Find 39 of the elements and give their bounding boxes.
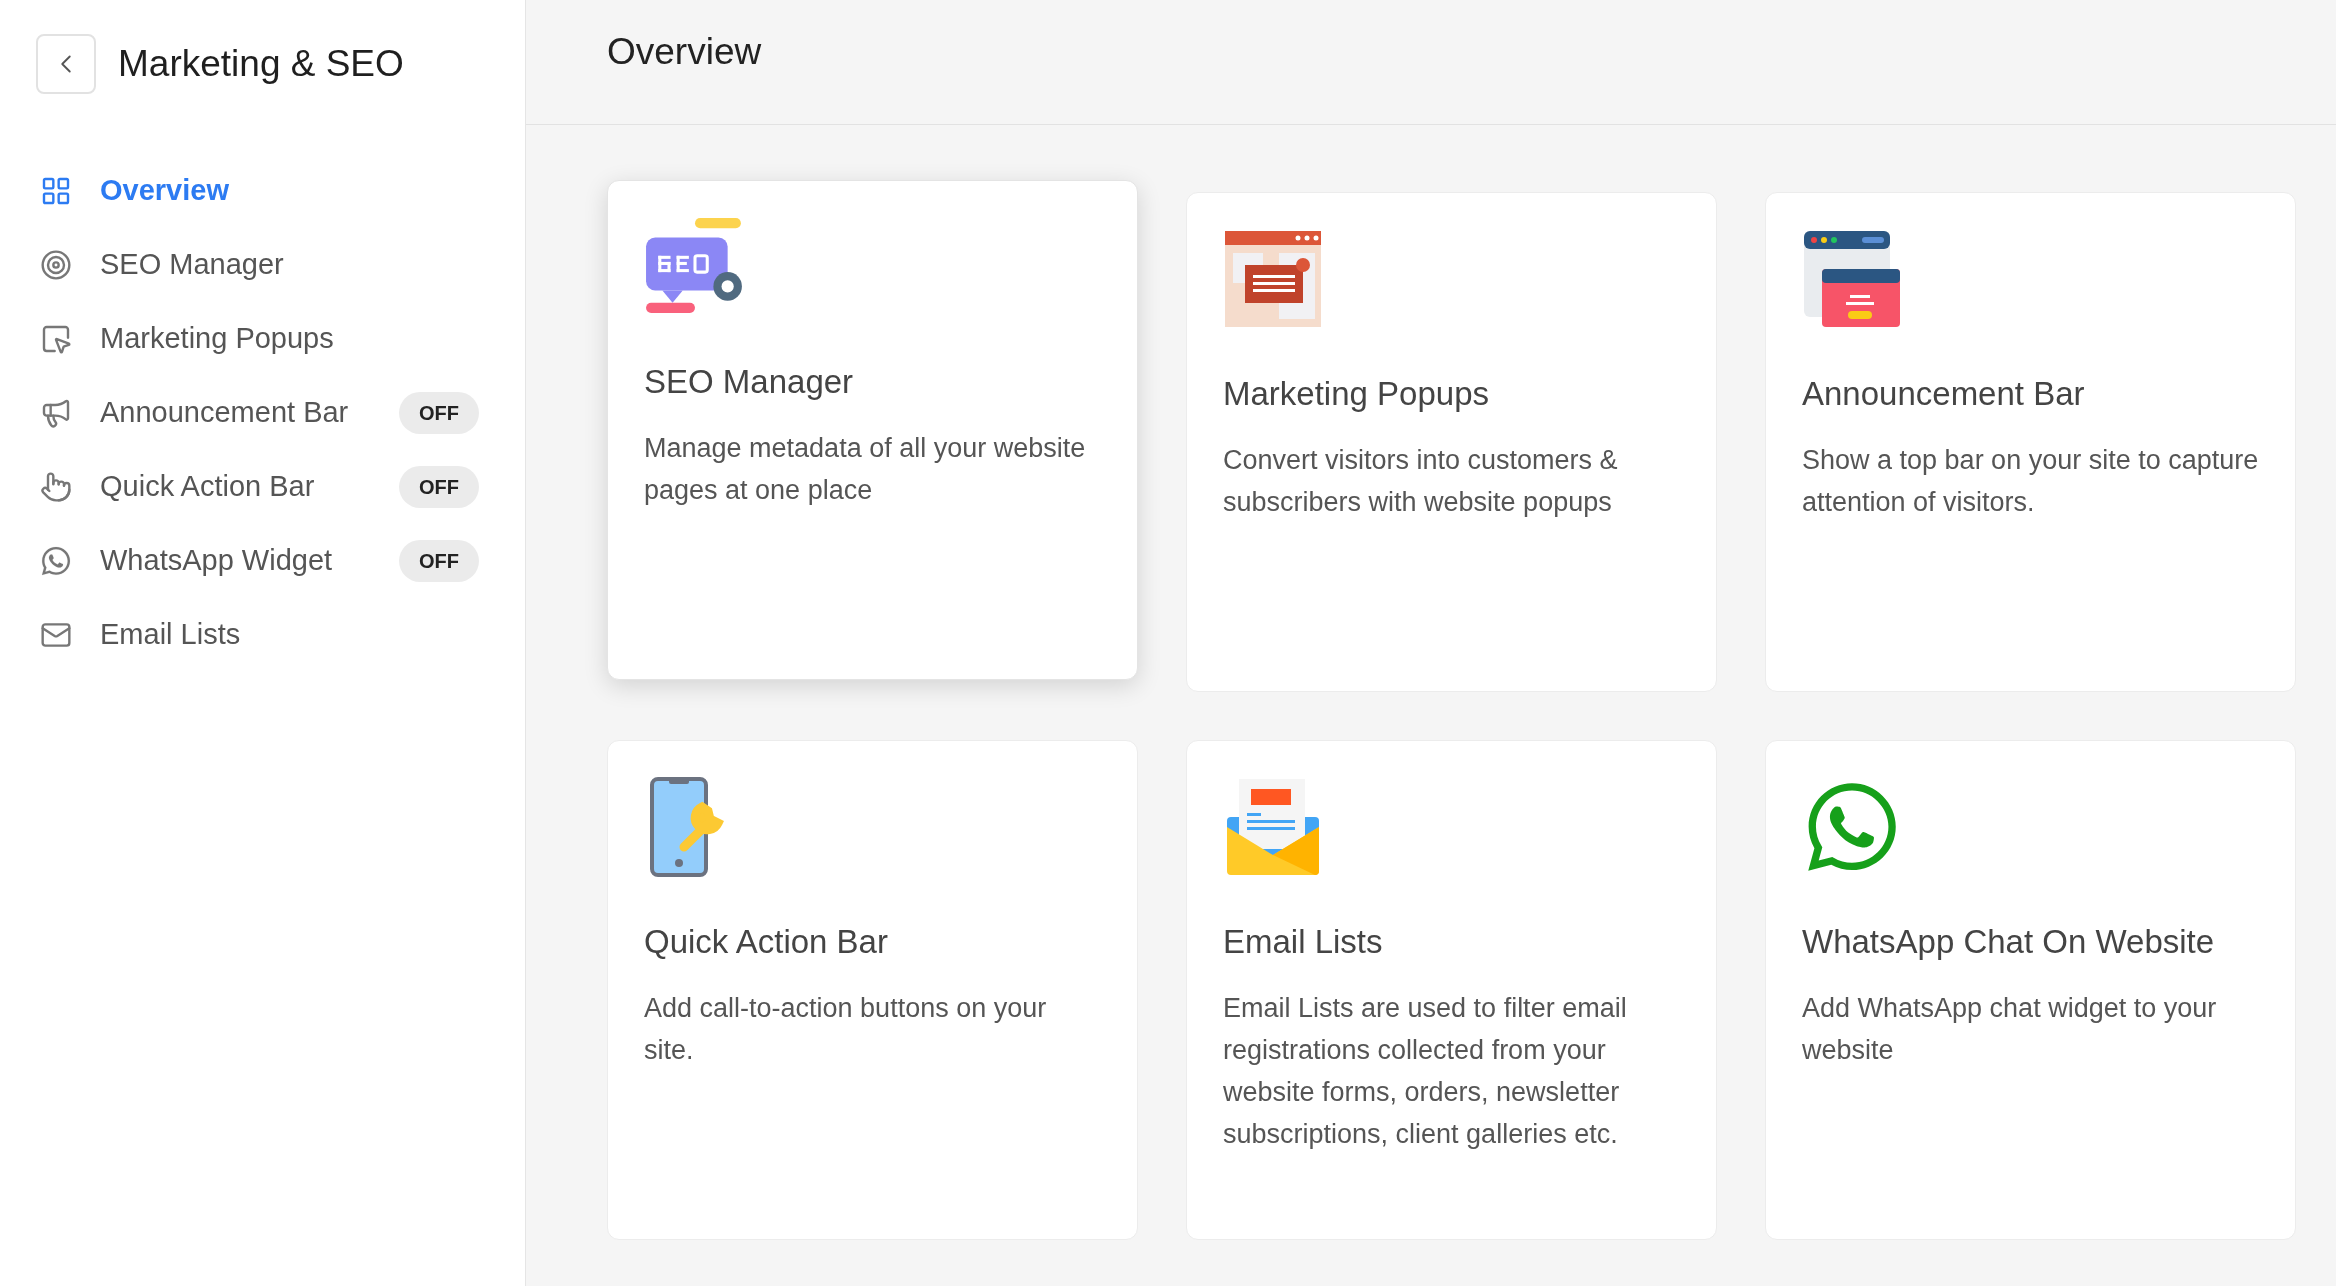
sidebar-item[interactable]: Overview — [40, 169, 229, 213]
page-title: Overview — [607, 30, 762, 75]
sidebar-item[interactable]: Announcement Bar — [40, 391, 349, 435]
sidebar-title: Marketing & SEO — [118, 42, 404, 87]
popup-window-illustration-icon — [1223, 229, 1323, 329]
off-status-badge: OFF — [399, 392, 479, 434]
card-title: WhatsApp Chat On Website — [1802, 922, 2216, 962]
off-status-badge: OFF — [399, 540, 479, 582]
card-description: Email Lists are used to filter email registrations collected from your website forms, orders, newsletter subscriptions, client galleries etc. — [1223, 991, 1628, 1151]
feature-card[interactable]: WhatsApp Chat On Website Add WhatsApp chat widget to your website — [1765, 740, 2296, 1240]
card-title: SEO Manager — [644, 362, 855, 402]
cursor-square-icon — [40, 323, 72, 355]
card-description: Show a top bar on your site to capture attention of visitors. — [1802, 443, 2259, 519]
card-description: Manage metadata of all your website pages at one place — [644, 431, 1087, 507]
back-button[interactable] — [36, 34, 96, 94]
card-title: Quick Action Bar — [644, 922, 889, 962]
card-title: Announcement Bar — [1802, 374, 2086, 414]
card-title: Email Lists — [1223, 922, 1384, 962]
sidebar-item[interactable]: WhatsApp Widget — [40, 539, 333, 583]
sidebar-item[interactable]: Quick Action Bar — [40, 465, 315, 509]
card-description: Add WhatsApp chat widget to your website — [1802, 991, 2218, 1067]
sidebar-item[interactable]: SEO Manager — [40, 243, 284, 287]
grid-icon — [40, 175, 72, 207]
feature-card[interactable]: Email Lists Email Lists are used to filter email registrations collected from your website forms, orders, newsletter subscriptions, client galleries etc. — [1186, 740, 1717, 1240]
browser-banner-illustration-icon — [1802, 229, 1902, 329]
feature-card[interactable]: Announcement Bar Show a top bar on your site to capture attention of visitors. — [1765, 192, 2296, 692]
sidebar-item[interactable]: Marketing Popups — [40, 317, 334, 361]
target-icon — [40, 249, 72, 281]
feature-card[interactable]: Marketing Popups Convert visitors into customers & subscribers with website popups — [1186, 192, 1717, 692]
card-title: Marketing Popups — [1223, 374, 1490, 414]
card-description: Convert visitors into customers & subscribers with website popups — [1223, 443, 1619, 519]
sidebar-item[interactable]: Email Lists — [40, 613, 241, 657]
off-status-badge: OFF — [399, 466, 479, 508]
whatsapp-icon — [40, 545, 72, 577]
pointer-hand-icon — [40, 471, 72, 503]
feature-card[interactable]: SEO Manager Manage metadata of all your website pages at one place — [607, 180, 1138, 680]
megaphone-icon — [40, 397, 72, 429]
feature-card[interactable]: Quick Action Bar Add call-to-action buttons on your site. — [607, 740, 1138, 1240]
card-description: Add call-to-action buttons on your site. — [644, 991, 1048, 1067]
